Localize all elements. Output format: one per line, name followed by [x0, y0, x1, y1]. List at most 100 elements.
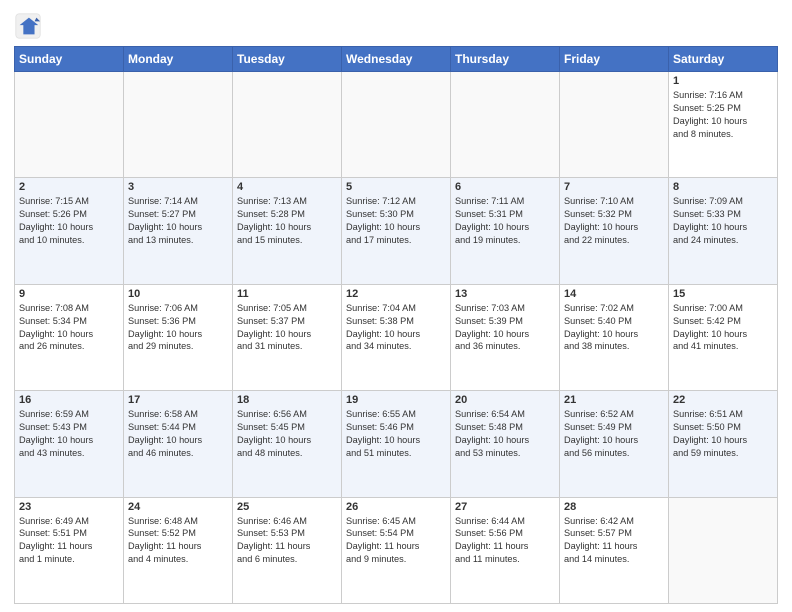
page: SundayMondayTuesdayWednesdayThursdayFrid…: [0, 0, 792, 612]
day-number: 5: [346, 181, 446, 193]
header: [14, 10, 778, 40]
day-number: 19: [346, 394, 446, 406]
calendar-day-cell: 27Sunrise: 6:44 AM Sunset: 5:56 PM Dayli…: [451, 497, 560, 603]
calendar-day-cell: 21 Sunrise: 6:52 AM Sunset: 5:49 PM Dayli…: [560, 391, 669, 497]
day-info: Sunrise: 7:08 AM Sunset: 5:34 PM Dayligh…: [19, 302, 119, 354]
day-info: Sunrise: 7:06 AM Sunset: 5:36 PM Dayligh…: [128, 302, 228, 354]
day-number: 21: [564, 394, 664, 406]
calendar-day-cell: [124, 72, 233, 178]
day-info: Sunrise: 6:45 AM Sunset: 5:54 PM Dayligh…: [346, 515, 446, 567]
calendar-day-cell: [451, 72, 560, 178]
day-info: Sunrise: 7:00 AM Sunset: 5:42 PM Dayligh…: [673, 302, 773, 354]
day-number: 6: [455, 181, 555, 193]
day-info: Sunrise: 6:52 AM Sunset: 5:49 PM Dayligh…: [564, 408, 664, 460]
day-info: Sunrise: 6:48 AM Sunset: 5:52 PM Dayligh…: [128, 515, 228, 567]
day-info: Sunrise: 6:58 AM Sunset: 5:44 PM Dayligh…: [128, 408, 228, 460]
day-info: Sunrise: 7:10 AM Sunset: 5:32 PM Dayligh…: [564, 195, 664, 247]
calendar-week-row: 1 Sunrise: 7:16 AM Sunset: 5:25 PM Daylig…: [15, 72, 778, 178]
calendar-day-cell: [15, 72, 124, 178]
day-info: Sunrise: 6:55 AM Sunset: 5:46 PM Dayligh…: [346, 408, 446, 460]
calendar-day-cell: [560, 72, 669, 178]
day-info: Sunrise: 7:04 AM Sunset: 5:38 PM Dayligh…: [346, 302, 446, 354]
calendar-day-cell: 25 Sunrise: 6:46 AM Sunset: 5:53 PM Dayli…: [233, 497, 342, 603]
calendar-day-cell: 15 Sunrise: 7:00 AM Sunset: 5:42 PM Dayli…: [669, 284, 778, 390]
calendar-day-cell: 19 Sunrise: 6:55 AM Sunset: 5:46 PM Dayli…: [342, 391, 451, 497]
calendar-day-cell: 8Sunrise: 7:09 AM Sunset: 5:33 PM Daylig…: [669, 178, 778, 284]
calendar-day-cell: [233, 72, 342, 178]
day-number: 1: [673, 75, 773, 87]
day-info: Sunrise: 6:56 AM Sunset: 5:45 PM Dayligh…: [237, 408, 337, 460]
day-info: Sunrise: 6:51 AM Sunset: 5:50 PM Dayligh…: [673, 408, 773, 460]
calendar-day-cell: 14Sunrise: 7:02 AM Sunset: 5:40 PM Dayli…: [560, 284, 669, 390]
day-info: Sunrise: 7:16 AM Sunset: 5:25 PM Dayligh…: [673, 89, 773, 141]
logo-icon: [14, 12, 42, 40]
day-info: Sunrise: 7:15 AM Sunset: 5:26 PM Dayligh…: [19, 195, 119, 247]
calendar-day-cell: 2 Sunrise: 7:15 AM Sunset: 5:26 PM Daylig…: [15, 178, 124, 284]
day-info: Sunrise: 6:59 AM Sunset: 5:43 PM Dayligh…: [19, 408, 119, 460]
calendar-day-cell: 5 Sunrise: 7:12 AM Sunset: 5:30 PM Daylig…: [342, 178, 451, 284]
day-info: Sunrise: 7:12 AM Sunset: 5:30 PM Dayligh…: [346, 195, 446, 247]
calendar-day-header: Wednesday: [342, 47, 451, 72]
logo: [14, 10, 46, 40]
calendar-day-cell: 1 Sunrise: 7:16 AM Sunset: 5:25 PM Daylig…: [669, 72, 778, 178]
day-number: 20: [455, 394, 555, 406]
calendar-week-row: 9 Sunrise: 7:08 AM Sunset: 5:34 PM Daylig…: [15, 284, 778, 390]
calendar-header-row: SundayMondayTuesdayWednesdayThursdayFrid…: [15, 47, 778, 72]
day-number: 27: [455, 501, 555, 513]
day-info: Sunrise: 7:02 AM Sunset: 5:40 PM Dayligh…: [564, 302, 664, 354]
calendar-day-header: Thursday: [451, 47, 560, 72]
day-number: 13: [455, 288, 555, 300]
calendar-day-cell: 22 Sunrise: 6:51 AM Sunset: 5:50 PM Dayli…: [669, 391, 778, 497]
calendar-day-cell: 11 Sunrise: 7:05 AM Sunset: 5:37 PM Dayli…: [233, 284, 342, 390]
calendar-day-header: Friday: [560, 47, 669, 72]
day-number: 26: [346, 501, 446, 513]
day-number: 22: [673, 394, 773, 406]
day-number: 4: [237, 181, 337, 193]
calendar-day-header: Saturday: [669, 47, 778, 72]
calendar-day-cell: 4 Sunrise: 7:13 AM Sunset: 5:28 PM Daylig…: [233, 178, 342, 284]
day-number: 10: [128, 288, 228, 300]
day-number: 15: [673, 288, 773, 300]
calendar-week-row: 16 Sunrise: 6:59 AM Sunset: 5:43 PM Dayli…: [15, 391, 778, 497]
day-number: 28: [564, 501, 664, 513]
calendar-day-cell: 10 Sunrise: 7:06 AM Sunset: 5:36 PM Dayli…: [124, 284, 233, 390]
day-info: Sunrise: 6:42 AM Sunset: 5:57 PM Dayligh…: [564, 515, 664, 567]
calendar-day-cell: 9 Sunrise: 7:08 AM Sunset: 5:34 PM Daylig…: [15, 284, 124, 390]
calendar-day-cell: 23 Sunrise: 6:49 AM Sunset: 5:51 PM Dayli…: [15, 497, 124, 603]
calendar-day-cell: [342, 72, 451, 178]
day-info: Sunrise: 6:54 AM Sunset: 5:48 PM Dayligh…: [455, 408, 555, 460]
calendar-week-row: 2 Sunrise: 7:15 AM Sunset: 5:26 PM Daylig…: [15, 178, 778, 284]
day-number: 9: [19, 288, 119, 300]
day-info: Sunrise: 7:05 AM Sunset: 5:37 PM Dayligh…: [237, 302, 337, 354]
day-number: 3: [128, 181, 228, 193]
day-number: 16: [19, 394, 119, 406]
calendar-day-cell: [669, 497, 778, 603]
calendar-day-cell: 17 Sunrise: 6:58 AM Sunset: 5:44 PM Dayli…: [124, 391, 233, 497]
day-info: Sunrise: 7:11 AM Sunset: 5:31 PM Dayligh…: [455, 195, 555, 247]
calendar-day-cell: 13Sunrise: 7:03 AM Sunset: 5:39 PM Dayli…: [451, 284, 560, 390]
day-info: Sunrise: 6:49 AM Sunset: 5:51 PM Dayligh…: [19, 515, 119, 567]
day-number: 7: [564, 181, 664, 193]
calendar-day-cell: 28 Sunrise: 6:42 AM Sunset: 5:57 PM Dayli…: [560, 497, 669, 603]
day-number: 12: [346, 288, 446, 300]
calendar-day-cell: 12 Sunrise: 7:04 AM Sunset: 5:38 PM Dayli…: [342, 284, 451, 390]
calendar-table: SundayMondayTuesdayWednesdayThursdayFrid…: [14, 46, 778, 604]
calendar-day-header: Sunday: [15, 47, 124, 72]
calendar-day-cell: 26 Sunrise: 6:45 AM Sunset: 5:54 PM Dayli…: [342, 497, 451, 603]
day-number: 23: [19, 501, 119, 513]
day-number: 25: [237, 501, 337, 513]
day-number: 18: [237, 394, 337, 406]
calendar-day-cell: 24Sunrise: 6:48 AM Sunset: 5:52 PM Dayli…: [124, 497, 233, 603]
day-info: Sunrise: 7:14 AM Sunset: 5:27 PM Dayligh…: [128, 195, 228, 247]
calendar-day-cell: 7 Sunrise: 7:10 AM Sunset: 5:32 PM Daylig…: [560, 178, 669, 284]
day-number: 2: [19, 181, 119, 193]
day-info: Sunrise: 6:46 AM Sunset: 5:53 PM Dayligh…: [237, 515, 337, 567]
day-info: Sunrise: 7:13 AM Sunset: 5:28 PM Dayligh…: [237, 195, 337, 247]
day-number: 17: [128, 394, 228, 406]
calendar-day-cell: 18 Sunrise: 6:56 AM Sunset: 5:45 PM Dayli…: [233, 391, 342, 497]
calendar-day-cell: 16 Sunrise: 6:59 AM Sunset: 5:43 PM Dayli…: [15, 391, 124, 497]
calendar-week-row: 23 Sunrise: 6:49 AM Sunset: 5:51 PM Dayli…: [15, 497, 778, 603]
calendar-day-cell: 3 Sunrise: 7:14 AM Sunset: 5:27 PM Daylig…: [124, 178, 233, 284]
day-number: 11: [237, 288, 337, 300]
calendar-day-cell: 20 Sunrise: 6:54 AM Sunset: 5:48 PM Dayli…: [451, 391, 560, 497]
